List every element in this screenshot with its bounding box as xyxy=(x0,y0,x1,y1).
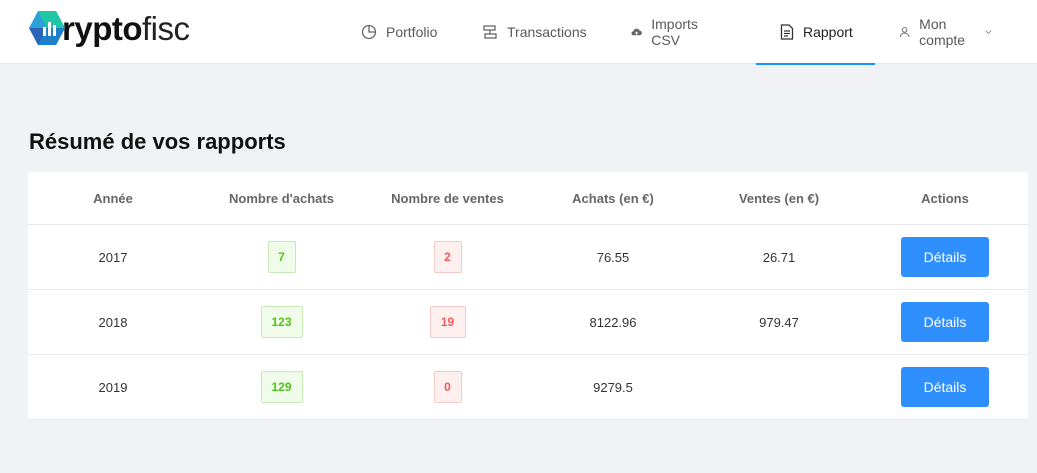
table-header-row: Année Nombre d'achats Nombre de ventes A… xyxy=(28,172,1028,225)
nav-item-transactions[interactable]: Transactions xyxy=(482,0,587,64)
year-cell: 2017 xyxy=(98,249,128,265)
sell-total-cell: 979.47 xyxy=(759,314,799,330)
reports-table: Année Nombre d'achats Nombre de ventes A… xyxy=(28,172,1028,420)
column-header-actions: Actions xyxy=(921,190,969,206)
app-logo[interactable]: ryptofisc xyxy=(28,8,190,48)
brand-name: ryptofisc xyxy=(62,9,190,47)
buys-count-badge: 7 xyxy=(267,241,296,273)
table-row: 2019 129 0 9279.5 Détails xyxy=(28,355,1028,420)
nav-item-portfolio[interactable]: Portfolio xyxy=(361,0,437,64)
table-row: 2018 123 19 8122.96 979.47 Détails xyxy=(28,290,1028,355)
top-navbar: ryptofisc Portfolio Transactions Imports… xyxy=(0,0,1037,65)
file-text-icon xyxy=(780,24,794,40)
column-header-ventes: Ventes (en €) xyxy=(738,190,820,206)
transactions-icon xyxy=(483,25,497,39)
details-button[interactable]: Détails xyxy=(901,367,989,407)
buys-count-badge: 129 xyxy=(260,371,303,403)
nav-label-imports-csv: Imports CSV xyxy=(651,16,698,48)
buy-total-cell: 9279.5 xyxy=(593,379,633,395)
buy-total-cell: 8122.96 xyxy=(589,314,637,330)
nav-item-rapport[interactable]: Rapport xyxy=(756,0,875,65)
year-cell: 2019 xyxy=(98,379,128,395)
buys-count-badge: 123 xyxy=(260,306,303,338)
nav-label-transactions: Transactions xyxy=(507,24,587,40)
column-header-nombre-ventes: Nombre de ventes xyxy=(391,190,504,206)
sells-count-badge: 0 xyxy=(433,371,462,403)
table-row: 2017 7 2 76.55 26.71 Détails xyxy=(28,225,1028,290)
sell-total-cell: 26.71 xyxy=(762,249,796,265)
logo-mark-icon xyxy=(28,9,66,47)
year-cell: 2018 xyxy=(98,314,128,330)
details-button[interactable]: Détails xyxy=(901,237,989,277)
page-title: Résumé de vos rapports xyxy=(29,129,286,154)
nav-label-mon-compte: Mon compte xyxy=(919,16,966,48)
nav-item-mon-compte[interactable]: Mon compte xyxy=(899,0,992,64)
nav-label-portfolio: Portfolio xyxy=(386,24,438,40)
pie-chart-icon xyxy=(361,24,377,40)
buy-total-cell: 76.55 xyxy=(596,249,630,265)
column-header-nombre-achats: Nombre d'achats xyxy=(229,190,334,206)
nav-item-imports-csv[interactable]: Imports CSV xyxy=(631,0,704,64)
details-button[interactable]: Détails xyxy=(901,302,989,342)
cloud-upload-icon xyxy=(631,28,642,36)
column-header-achats: Achats (en €) xyxy=(572,190,654,206)
sells-count-badge: 2 xyxy=(433,241,462,273)
user-icon xyxy=(899,27,910,37)
chevron-down-icon xyxy=(985,30,992,34)
sells-count-badge: 19 xyxy=(429,306,466,338)
nav-label-rapport: Rapport xyxy=(803,24,853,40)
column-header-annee: Année xyxy=(93,190,133,206)
